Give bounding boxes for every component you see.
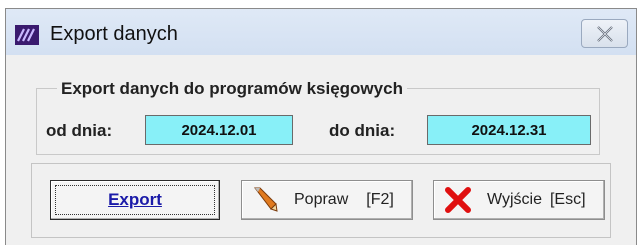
- from-date-input[interactable]: 2024.12.01: [145, 115, 293, 145]
- app-logo-icon: [15, 25, 39, 45]
- pencil-icon: [253, 187, 278, 212]
- group-title: Export danych do programów księgowych: [57, 79, 407, 99]
- export-button[interactable]: Export: [50, 180, 220, 220]
- fix-button[interactable]: Popraw [F2]: [241, 180, 413, 220]
- export-dialog: Export danych Export danych do programów…: [5, 8, 637, 245]
- exit-button-shortcut: [Esc]: [549, 191, 586, 208]
- to-date-label: do dnia:: [329, 121, 396, 140]
- close-icon: [596, 25, 613, 42]
- exit-button-label: Wyjście: [487, 191, 542, 208]
- red-x-icon: [445, 187, 471, 213]
- exit-button[interactable]: Wyjście [Esc]: [433, 180, 605, 220]
- fix-button-label: Popraw: [294, 191, 349, 208]
- to-date-input[interactable]: 2024.12.31: [427, 115, 591, 145]
- from-date-label: od dnia:: [46, 121, 113, 140]
- close-button[interactable]: [581, 19, 628, 48]
- fix-button-shortcut: [F2]: [366, 191, 394, 208]
- title-bar[interactable]: Export danych: [6, 9, 636, 55]
- window-title: Export danych: [50, 23, 178, 45]
